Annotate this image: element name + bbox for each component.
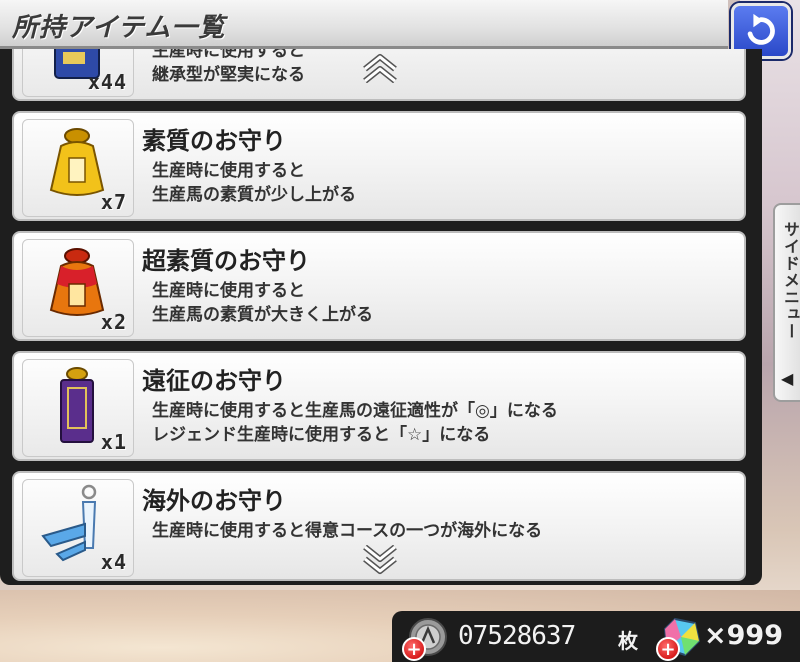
item-quantity: x4 — [100, 550, 127, 574]
item-description-line: 生産時に使用すると得意コースの一つが海外になる — [152, 521, 543, 541]
item-card-super-talent[interactable]: x2 超素質のお守り 生産時に使用すると 生産馬の素質が大きく上がる — [12, 231, 746, 341]
item-icon-box: x7 — [22, 119, 134, 217]
item-description-line: 生産時に使用すると — [152, 161, 305, 181]
item-name: 海外のお守り — [142, 487, 286, 515]
item-description: 生産時に使用すると 生産馬の素質が少し上がる — [152, 159, 356, 207]
coin-count: 07528637 — [458, 621, 576, 651]
item-description: 生産時に使用すると 継承型が堅実になる — [152, 49, 305, 87]
side-menu-tab[interactable]: サイドメニュー ◀ — [773, 203, 800, 402]
item-quantity: x44 — [87, 70, 127, 94]
add-coins-button[interactable]: + — [402, 637, 426, 661]
item-description-line: 継承型が堅実になる — [152, 65, 305, 85]
item-card-expedition[interactable]: x1 遠征のお守り 生産時に使用すると生産馬の遠征適性が「◎」になる レジェンド… — [12, 351, 746, 461]
item-quantity: x7 — [100, 190, 127, 214]
item-quantity: x2 — [100, 310, 127, 334]
item-icon-box: x4 — [22, 479, 134, 577]
item-list-panel[interactable]: x44 生産時に使用すると 継承型が堅実になる x7 素質のお守り 生産時に使用… — [0, 49, 762, 585]
item-icon-box: x1 — [22, 359, 134, 457]
item-name: 超素質のお守り — [142, 247, 310, 275]
item-name: 遠征のお守り — [142, 367, 286, 395]
item-icon-box: x44 — [22, 49, 134, 97]
coin-unit: 枚 — [618, 629, 638, 653]
item-description-line: 生産時に使用すると — [152, 281, 305, 301]
jewel-count: ×999 — [704, 620, 783, 651]
page-title: 所持アイテム一覧 — [12, 13, 226, 43]
undo-arrow-icon — [747, 13, 775, 45]
item-description: 生産時に使用すると生産馬の遠征適性が「◎」になる レジェンド生産時に使用すると「… — [152, 399, 558, 447]
item-description-line: 生産馬の素質が少し上がる — [152, 185, 356, 205]
item-name: 素質のお守り — [142, 127, 286, 155]
add-jewels-button[interactable]: + — [656, 637, 680, 661]
scroll-down-chevron-icon[interactable] — [359, 545, 401, 575]
title-bar: 所持アイテム一覧 — [0, 0, 728, 49]
currency-bar: + 07528637 枚 + ×999 — [392, 611, 800, 662]
item-description-line: レジェンド生産時に使用すると「☆」になる — [152, 425, 491, 445]
item-description-line: 生産時に使用すると生産馬の遠征適性が「◎」になる — [152, 401, 558, 421]
item-icon-box: x2 — [22, 239, 134, 337]
item-description-line: 生産馬の素質が大きく上がる — [152, 305, 373, 325]
side-menu-arrow-icon: ◀ — [781, 369, 794, 388]
side-menu-label: サイドメニュー — [781, 221, 800, 340]
item-quantity: x1 — [100, 430, 127, 454]
scroll-up-chevron-icon[interactable] — [359, 53, 401, 83]
item-description-line: 生産時に使用すると — [152, 49, 305, 61]
item-description: 生産時に使用すると 生産馬の素質が大きく上がる — [152, 279, 373, 327]
item-description: 生産時に使用すると得意コースの一つが海外になる — [152, 519, 542, 543]
item-list: x44 生産時に使用すると 継承型が堅実になる x7 素質のお守り 生産時に使用… — [12, 49, 750, 585]
item-card-talent[interactable]: x7 素質のお守り 生産時に使用すると 生産馬の素質が少し上がる — [12, 111, 746, 221]
